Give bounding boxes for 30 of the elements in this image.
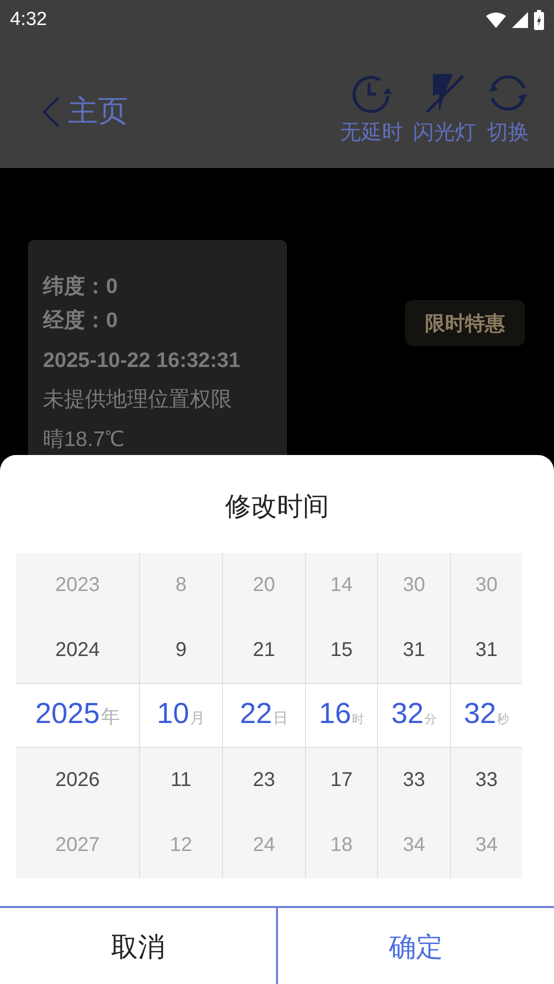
status-time: 4:32 bbox=[10, 9, 47, 31]
picker-selected-item[interactable]: 32秒 bbox=[451, 683, 522, 748]
info-text: 纬度：0 bbox=[43, 274, 119, 300]
picker-item[interactable]: 15 bbox=[306, 618, 377, 683]
signal-icon bbox=[512, 12, 528, 28]
picker-item[interactable]: 9 bbox=[140, 618, 222, 683]
wifi-icon bbox=[486, 12, 506, 28]
promo-badge[interactable]: 限时特惠 bbox=[405, 300, 525, 346]
back-icon bbox=[40, 96, 60, 128]
dialog-title: 修改时间 bbox=[224, 491, 330, 524]
picker-item[interactable]: 31 bbox=[378, 618, 450, 683]
picker-item[interactable]: 33 bbox=[451, 748, 522, 813]
info-text: 晴18.7℃ bbox=[43, 427, 125, 453]
picker-selected-item[interactable]: 32分 bbox=[378, 683, 450, 748]
info-text: 未提供地理位置权限 bbox=[43, 387, 233, 413]
picker-item[interactable]: 2024 bbox=[16, 618, 139, 683]
picker-item[interactable]: 17 bbox=[306, 748, 377, 813]
info-text: 经度：0 bbox=[43, 308, 119, 334]
picker-item[interactable]: 11 bbox=[140, 748, 222, 813]
battery-icon bbox=[534, 10, 544, 30]
picker-selected-item[interactable]: 10月 bbox=[140, 683, 222, 748]
picker-item[interactable]: 33 bbox=[378, 748, 450, 813]
picker-item[interactable]: 21 bbox=[223, 618, 305, 683]
info-text: 2025-10-22 16:32:31 bbox=[43, 348, 242, 374]
picker-selected-item[interactable]: 2025年 bbox=[16, 683, 139, 748]
picker-selected-item[interactable]: 16 时 bbox=[306, 683, 377, 748]
picker-selected-item[interactable]: 22 日 bbox=[223, 683, 305, 748]
picker-item[interactable]: 31 bbox=[451, 618, 522, 683]
picker-item[interactable]: 2026 bbox=[16, 748, 139, 813]
picker-item[interactable]: 23 bbox=[223, 748, 305, 813]
